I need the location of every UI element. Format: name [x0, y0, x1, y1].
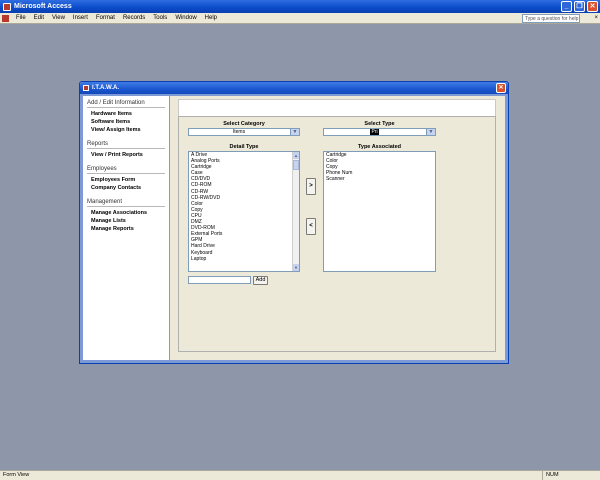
form-icon — [83, 85, 89, 91]
nav-section-employees: Employees Employees Form Company Contact… — [87, 166, 165, 192]
form-close-icon[interactable]: ✕ — [496, 83, 506, 93]
detail-type-scrollbar[interactable]: ▲ ▼ — [292, 152, 299, 271]
nav-header: Add / Edit Information — [87, 100, 165, 108]
nav-link-manage-reports[interactable]: Manage Reports — [87, 225, 165, 233]
type-associated-label: Type Associated — [357, 144, 402, 150]
form-title: I.T.A.W.A. — [92, 85, 119, 91]
nav-link-manage-associations[interactable]: Manage Associations — [87, 209, 165, 217]
help-search-input[interactable]: Type a question for help — [522, 14, 580, 23]
nav-link-employees-form[interactable]: Employees Form — [87, 176, 165, 184]
menu-file[interactable]: File — [12, 13, 30, 24]
scroll-up-icon[interactable]: ▲ — [293, 152, 299, 159]
menu-insert[interactable]: Insert — [69, 13, 92, 24]
type-associated-items: Cartridge Color Copy Phone Num Scanner — [324, 152, 435, 182]
detail-type-list[interactable]: A Drive Analog Ports Cartridge Case CD/DVD CD… — [188, 151, 300, 272]
chevron-down-icon[interactable]: ▼ — [290, 129, 299, 135]
app-title: Microsoft Access — [14, 3, 72, 10]
add-button[interactable]: Add — [253, 276, 268, 285]
window-controls: _ ❐ ✕ — [561, 1, 598, 12]
select-category-value: Items — [232, 129, 246, 135]
nav-section-add-edit: Add / Edit Information Hardware Items So… — [87, 100, 165, 134]
select-type-label: Select Type — [364, 121, 395, 127]
list-item[interactable]: Laptop — [189, 256, 299, 262]
nav-link-view-assign-items[interactable]: View/ Assign Items — [87, 126, 165, 134]
menu-edit[interactable]: Edit — [30, 13, 48, 24]
header-box — [178, 99, 496, 117]
form-body: Add / Edit Information Hardware Items So… — [83, 96, 505, 360]
menu-tools[interactable]: Tools — [149, 13, 171, 24]
menu-help[interactable]: Help — [201, 13, 221, 24]
itawa-form-window: I.T.A.W.A. ✕ Add / Edit Information Hard… — [79, 81, 509, 364]
add-detail-input[interactable] — [188, 276, 251, 284]
mdi-close-icon[interactable]: × — [594, 15, 598, 21]
status-view-mode: Form View — [3, 472, 30, 478]
select-category-label: Select Category — [223, 121, 265, 127]
close-icon[interactable]: ✕ — [587, 1, 598, 12]
nav-link-company-contacts[interactable]: Company Contacts — [87, 184, 165, 192]
nav-link-hardware-items[interactable]: Hardware Items — [87, 110, 165, 118]
restore-icon[interactable]: ❐ — [574, 1, 585, 12]
chevron-down-icon[interactable]: ▼ — [426, 129, 435, 135]
scroll-down-icon[interactable]: ▼ — [293, 264, 299, 271]
nav-link-software-items[interactable]: Software Items — [87, 118, 165, 126]
left-nav: Add / Edit Information Hardware Items So… — [83, 96, 170, 360]
document-icon — [2, 14, 9, 22]
menu-bar: File Edit View Insert Format Records Too… — [0, 13, 600, 24]
nav-section-reports: Reports View / Print Reports — [87, 141, 165, 159]
move-right-button[interactable]: > — [306, 178, 316, 195]
app-title-bar: Microsoft Access _ ❐ ✕ — [0, 0, 600, 13]
scroll-thumb[interactable] — [293, 160, 299, 170]
type-associated-list[interactable]: Cartridge Color Copy Phone Num Scanner — [323, 151, 436, 272]
status-bar: Form View NUM — [0, 470, 600, 480]
menu-format[interactable]: Format — [92, 13, 119, 24]
detail-type-items: A Drive Analog Ports Cartridge Case CD/DVD CD… — [189, 152, 299, 262]
minimize-icon[interactable]: _ — [561, 1, 572, 12]
status-num-lock: NUM — [542, 471, 564, 480]
nav-link-view-print-reports[interactable]: View / Print Reports — [87, 151, 165, 159]
main-panel: Select Category Items ▼ Select Type Pri … — [170, 96, 505, 360]
form-title-bar: I.T.A.W.A. ✕ — [80, 82, 508, 94]
move-left-button[interactable]: < — [306, 218, 316, 235]
access-app-icon — [3, 2, 11, 11]
list-item[interactable]: Scanner — [324, 176, 435, 182]
nav-link-manage-lists[interactable]: Manage Lists — [87, 217, 165, 225]
menu-records[interactable]: Records — [119, 13, 149, 24]
select-type-value: Pri — [370, 129, 379, 135]
menu-view[interactable]: View — [48, 13, 69, 24]
select-type-combo[interactable]: Pri ▼ — [323, 128, 436, 136]
menu-window[interactable]: Window — [171, 13, 200, 24]
nav-header: Employees — [87, 166, 165, 174]
nav-section-management: Management Manage Associations Manage Li… — [87, 199, 165, 233]
select-category-combo[interactable]: Items ▼ — [188, 128, 300, 136]
nav-header: Reports — [87, 141, 165, 149]
nav-header: Management — [87, 199, 165, 207]
detail-type-label: Detail Type — [229, 144, 259, 150]
